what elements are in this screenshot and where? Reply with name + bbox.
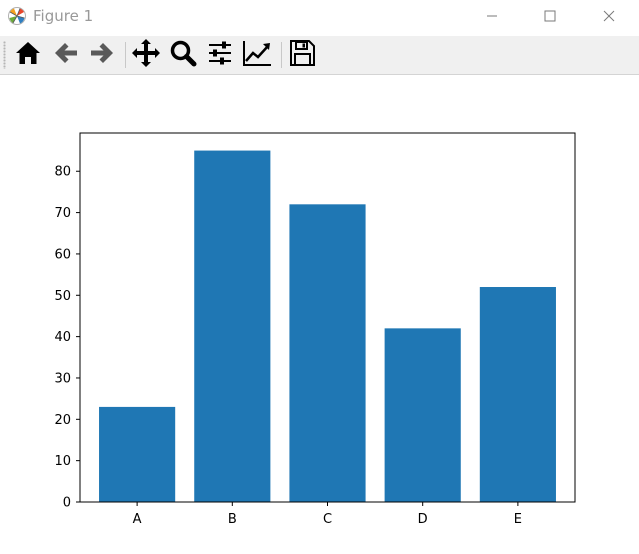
- close-icon: [603, 7, 615, 26]
- x-tick-label: B: [228, 512, 237, 527]
- y-tick-label: 80: [54, 165, 71, 180]
- y-tick-label: 40: [54, 330, 71, 345]
- figure-canvas[interactable]: 0 10 20 30 40 50 60 70 80 A B C D E: [0, 75, 639, 554]
- toolbar-separator: [281, 42, 282, 68]
- y-tick-label: 60: [54, 247, 71, 262]
- navigation-toolbar: [0, 36, 639, 75]
- bar-A: [99, 406, 176, 502]
- y-tick-label: 70: [54, 206, 71, 221]
- title-bar[interactable]: Figure 1: [0, 0, 639, 34]
- close-button[interactable]: [586, 0, 632, 32]
- y-tick-label: 20: [54, 413, 71, 428]
- toolbar-grip[interactable]: [3, 41, 6, 69]
- window-title: Figure 1: [33, 7, 94, 25]
- home-icon: [14, 39, 42, 71]
- x-tick-label: A: [133, 512, 142, 527]
- maximize-button[interactable]: [527, 0, 573, 32]
- bar-chart: 0 10 20 30 40 50 60 70 80 A B C D E: [54, 132, 576, 527]
- y-tick-label: 50: [54, 289, 71, 304]
- x-tick-label: E: [514, 512, 522, 527]
- move-icon: [131, 38, 161, 72]
- sliders-icon: [206, 39, 234, 71]
- arrow-right-icon: [88, 39, 116, 71]
- maximize-icon: [544, 7, 556, 26]
- minimize-button[interactable]: [469, 0, 515, 32]
- floppy-disk-icon: [288, 39, 316, 71]
- matplotlib-logo-icon: [7, 6, 27, 26]
- forward-button[interactable]: [86, 40, 118, 70]
- y-tick-label: 0: [63, 496, 71, 511]
- save-button[interactable]: [286, 40, 318, 70]
- y-tick-label: 10: [54, 454, 71, 469]
- home-button[interactable]: [12, 40, 44, 70]
- line-chart-icon: [242, 39, 272, 71]
- configure-subplots-button[interactable]: [204, 40, 236, 70]
- arrow-left-icon: [52, 39, 80, 71]
- x-tick-label: D: [418, 512, 428, 527]
- bar-B: [194, 150, 271, 503]
- back-button[interactable]: [50, 40, 82, 70]
- zoom-button[interactable]: [167, 40, 199, 70]
- bar-D: [384, 328, 461, 502]
- toolbar-separator: [125, 42, 126, 68]
- edit-axis-button[interactable]: [241, 40, 273, 70]
- y-tick-label: 30: [54, 371, 71, 386]
- bar-C: [289, 204, 366, 502]
- magnifier-icon: [169, 39, 197, 71]
- minimize-icon: [486, 7, 498, 26]
- figure-window: Figure 1 0 10 20 30 40 50 60 70 80 A B C…: [0, 0, 639, 554]
- pan-button[interactable]: [130, 38, 162, 72]
- bar-E: [479, 287, 556, 502]
- x-tick-label: C: [323, 512, 332, 527]
